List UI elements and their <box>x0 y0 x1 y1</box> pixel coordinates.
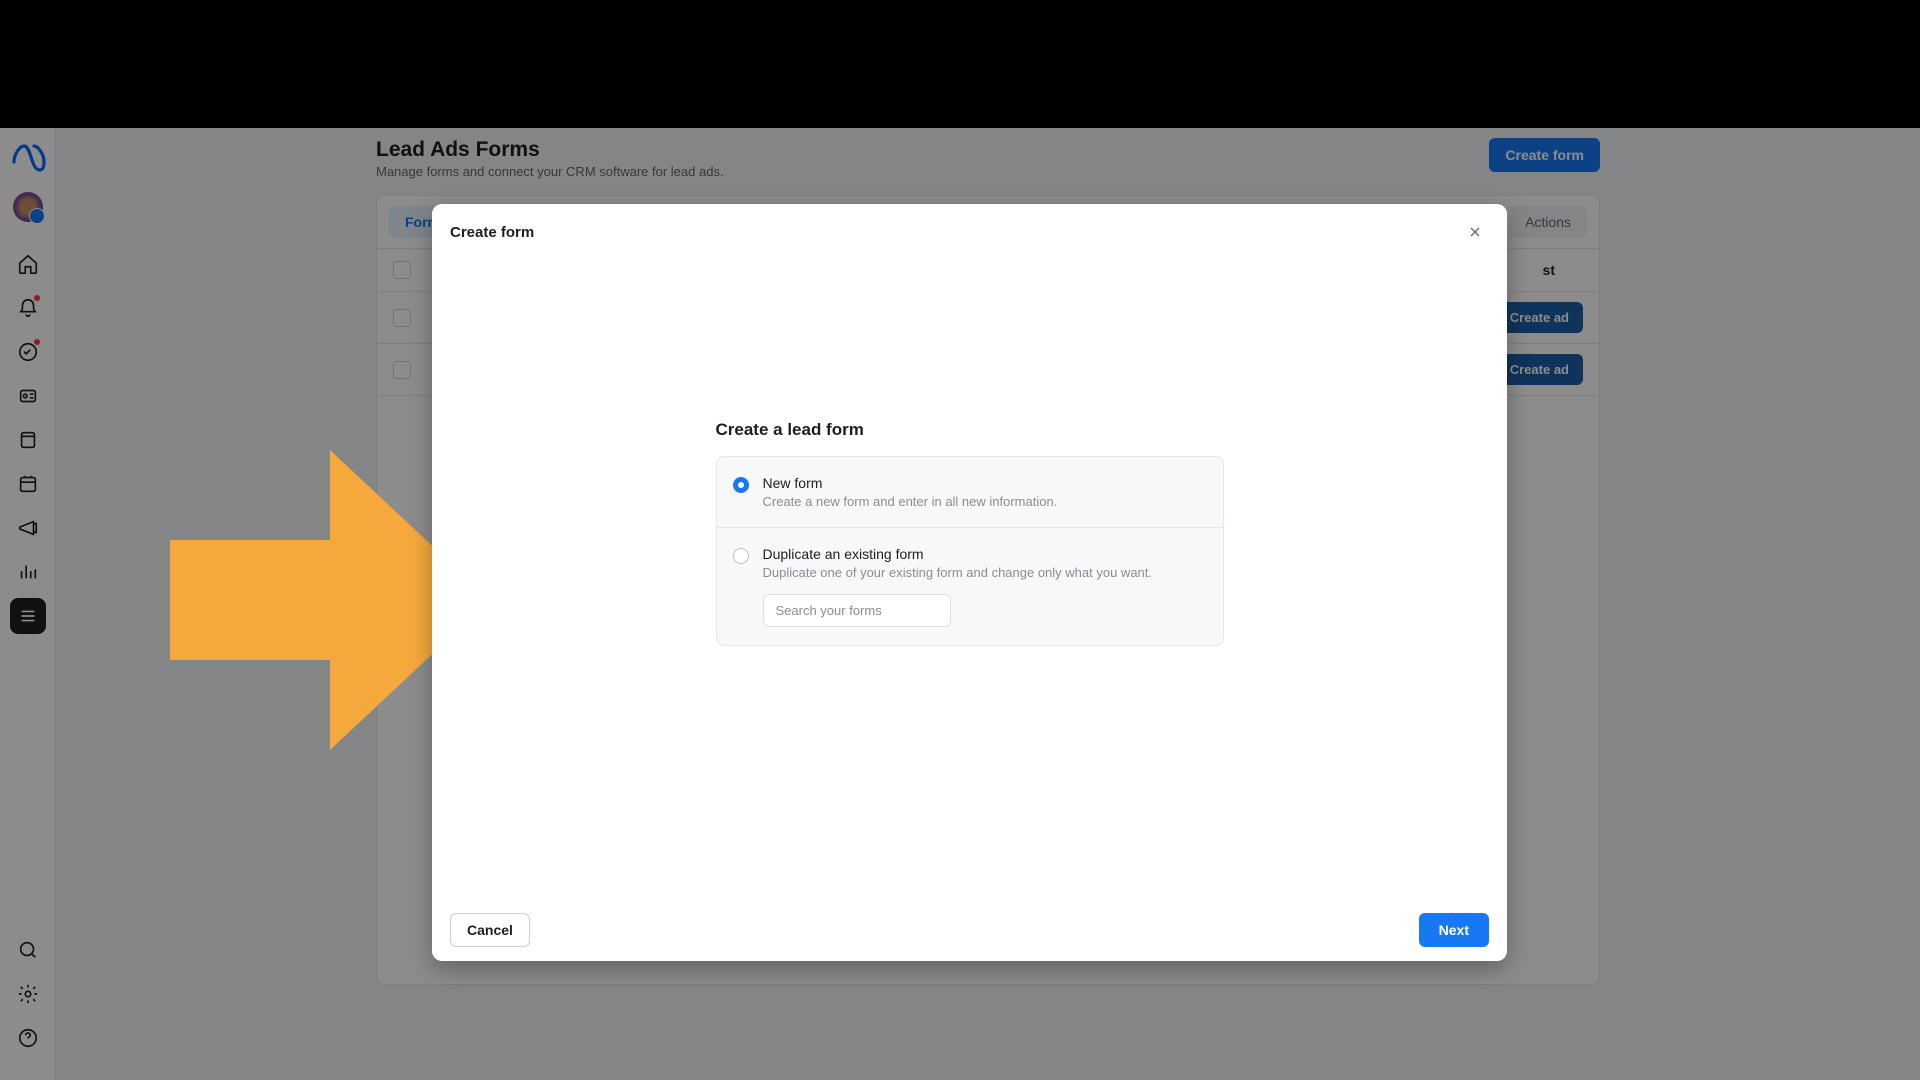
cancel-button[interactable]: Cancel <box>450 913 530 947</box>
top-black-bar <box>0 0 1920 128</box>
form-options-group: New form Create a new form and enter in … <box>716 456 1224 646</box>
radio-duplicate-form[interactable] <box>733 548 749 564</box>
option-duplicate-form-desc: Duplicate one of your existing form and … <box>763 565 1203 580</box>
modal-section-title: Create a lead form <box>716 420 1224 440</box>
next-button[interactable]: Next <box>1419 913 1489 947</box>
close-icon[interactable] <box>1461 218 1489 246</box>
option-new-form-desc: Create a new form and enter in all new i… <box>763 494 1203 509</box>
option-new-form[interactable]: New form Create a new form and enter in … <box>717 457 1223 527</box>
modal-title: Create form <box>450 224 534 241</box>
search-forms-input[interactable] <box>763 594 951 627</box>
option-new-form-label: New form <box>763 475 1203 491</box>
option-duplicate-form[interactable]: Duplicate an existing form Duplicate one… <box>717 527 1223 645</box>
create-form-modal: Create form Create a lead form New form … <box>432 204 1507 961</box>
radio-new-form[interactable] <box>733 477 749 493</box>
option-duplicate-form-label: Duplicate an existing form <box>763 546 1203 562</box>
